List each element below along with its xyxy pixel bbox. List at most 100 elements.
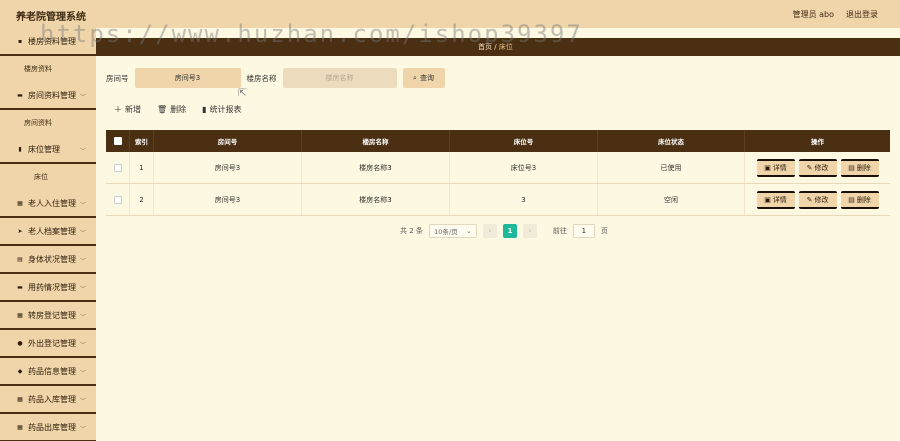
cell-room: 房间号3 [154, 152, 302, 183]
chevron-down-icon: ﹀ [79, 258, 86, 265]
sidebar-subitem-room-info[interactable]: 房间资料 [0, 110, 96, 136]
building-input[interactable] [282, 68, 397, 88]
grid-icon: ▦ [17, 423, 23, 431]
select-all-checkbox[interactable] [113, 137, 122, 145]
breadcrumb-home[interactable]: 首页 [478, 43, 492, 51]
user-icon: ● [17, 339, 23, 347]
sidebar-item-bed[interactable]: ▮ 床位管理 ﹀ [0, 136, 96, 164]
sidebar-item-label: 老人档案管理 [28, 226, 76, 236]
chevron-down-icon: ﹀ [79, 370, 86, 377]
header-bed: 床位号 [450, 130, 598, 152]
pagination: 共 2 条 10条/页 ⌄ ‹ 1 › 前往 页 [400, 224, 608, 238]
cell-bed: 3 [450, 184, 598, 215]
breadcrumb-bar: 首页 / 床位 [96, 38, 900, 56]
server-icon: ▤ [17, 255, 23, 263]
room-input[interactable] [134, 68, 241, 88]
chevron-down-icon: ﹀ [79, 286, 86, 293]
sidebar-item-transfer[interactable]: ▦ 转房登记管理 ﹀ [0, 302, 96, 330]
search-row: 房间号 楼房名称 ⌕ 查询 [106, 68, 445, 88]
cell-bed: 床位号3 [450, 152, 598, 183]
sidebar-item-drug-info[interactable]: ◆ 药品信息管理 ﹀ [0, 358, 96, 386]
cell-ops: ▣ 详情 ✎ 修改 ▤ 删除 [745, 184, 890, 215]
detail-button-label: 详情 [772, 163, 787, 172]
chevron-down-icon: ﹀ [79, 426, 86, 433]
header-status: 床位状态 [598, 130, 745, 152]
add-button[interactable]: ＋ 新增 [114, 104, 141, 115]
report-button[interactable]: ▮ 统计报表 [202, 104, 241, 115]
grid-icon: ▦ [17, 311, 23, 319]
detail-button[interactable]: ▣ 详情 [756, 158, 795, 177]
search-icon: ⌕ [413, 73, 417, 82]
cell-building: 楼房名称3 [302, 184, 450, 215]
sidebar-item-label: 药品入库管理 [28, 394, 76, 404]
bar-chart-icon: ▮ [202, 105, 207, 114]
sidebar-item-outing[interactable]: ● 外出登记管理 ﹀ [0, 330, 96, 358]
cell-status: 已使用 [598, 152, 745, 183]
chevron-down-icon: ﹀ [79, 398, 86, 405]
cell-index: 1 [130, 152, 154, 183]
sidebar-item-medication[interactable]: ▬ 用药情况管理 ﹀ [0, 274, 96, 302]
chevron-down-icon: ﹀ [79, 148, 86, 155]
edit-button[interactable]: ✎ 修改 [798, 158, 837, 177]
sidebar-item-label: 楼房资料管理 [28, 36, 76, 46]
trash-icon: ▤ [848, 163, 855, 172]
header-select-all[interactable] [106, 130, 130, 152]
edit-button-label: 修改 [814, 163, 829, 172]
sidebar-item-drug-out[interactable]: ▦ 药品出库管理 ﹀ [0, 414, 96, 441]
user-label: 管理员 abo [792, 10, 834, 19]
chevron-down-icon: ﹀ [79, 314, 86, 321]
send-icon: ➤ [17, 227, 23, 235]
sidebar-item-archive[interactable]: ➤ 老人档案管理 ﹀ [0, 218, 96, 246]
sidebar-item-label: 身体状况管理 [28, 254, 76, 264]
cell-building: 楼房名称3 [302, 152, 450, 183]
total-count: 共 2 条 [400, 227, 423, 235]
sidebar-item-label: 外出登记管理 [28, 338, 76, 348]
search-button[interactable]: ⌕ 查询 [402, 68, 445, 88]
next-page-button[interactable]: › [522, 224, 537, 238]
sidebar-item-health[interactable]: ▤ 身体状况管理 ﹀ [0, 246, 96, 274]
prev-page-button[interactable]: ‹ [482, 224, 497, 238]
chevron-down-icon: ﹀ [79, 94, 86, 101]
mouse-cursor-icon: ⇱ [238, 88, 247, 99]
delete-button[interactable]: ▤ 删除 [840, 158, 879, 177]
sidebar-item-checkin[interactable]: ▦ 老人入住管理 ﹀ [0, 190, 96, 218]
sidebar: ▪ 楼房资料管理 楼房资料 ▬ 房间资料管理 ﹀ 房间资料 ▮ 床位管理 ﹀ 床… [0, 28, 96, 441]
sidebar-item-drug-in[interactable]: ▦ 药品入库管理 ﹀ [0, 386, 96, 414]
sidebar-item-label: 药品信息管理 [28, 366, 76, 376]
page-unit-label: 页 [600, 227, 608, 235]
sidebar-item-building[interactable]: ▪ 楼房资料管理 [0, 28, 96, 56]
chevron-right-icon: › [528, 227, 532, 235]
row-select-cell [106, 152, 130, 183]
location-icon: ◆ [17, 367, 23, 375]
header-index: 索引 [130, 130, 154, 152]
page-number-button[interactable]: 1 [502, 224, 517, 238]
row-checkbox[interactable] [113, 163, 122, 172]
room-label: 房间号 [106, 73, 129, 83]
page-size-value: 10条/页 [434, 228, 458, 236]
header-ops: 操作 [811, 138, 824, 146]
delete-button-label: 删除 [856, 195, 871, 204]
table-row: 2 房间号3 楼房名称3 3 空闲 ▣ 详情 ✎ 修改 ▤ 删除 [106, 184, 890, 216]
row-checkbox[interactable] [113, 195, 122, 204]
database-icon: ▬ [17, 91, 23, 99]
sidebar-item-room[interactable]: ▬ 房间资料管理 ﹀ [0, 82, 96, 110]
logout-link[interactable]: 退出登录 [846, 9, 878, 20]
pencil-icon: ✎ [806, 163, 813, 172]
row-select-cell [106, 184, 130, 215]
action-bar: ＋ 新增 🗑 删除 ▮ 统计报表 [114, 104, 242, 115]
batch-delete-button[interactable]: 🗑 删除 [157, 104, 186, 115]
goto-page-input[interactable] [572, 224, 595, 238]
app-title: 养老院管理系统 [16, 12, 86, 23]
grid-icon: ▦ [17, 199, 23, 207]
page-size-select[interactable]: 10条/页 ⌄ [428, 224, 477, 238]
delete-button[interactable]: ▤ 删除 [840, 190, 879, 209]
sidebar-subitem-bed[interactable]: 床位 [0, 164, 96, 190]
plus-icon: ＋ [114, 105, 122, 114]
detail-button[interactable]: ▣ 详情 [756, 190, 795, 209]
sidebar-subitem-building-info[interactable]: 楼房资料 [0, 56, 96, 82]
document-icon: ▣ [764, 195, 771, 204]
document-icon: ▣ [764, 163, 771, 172]
bed-table: 索引 房间号 楼房名称 床位号 床位状态 操作 1 房间号3 楼房名称3 床位号… [106, 130, 890, 216]
sidebar-item-label: 药品出库管理 [28, 422, 76, 432]
edit-button[interactable]: ✎ 修改 [798, 190, 837, 209]
